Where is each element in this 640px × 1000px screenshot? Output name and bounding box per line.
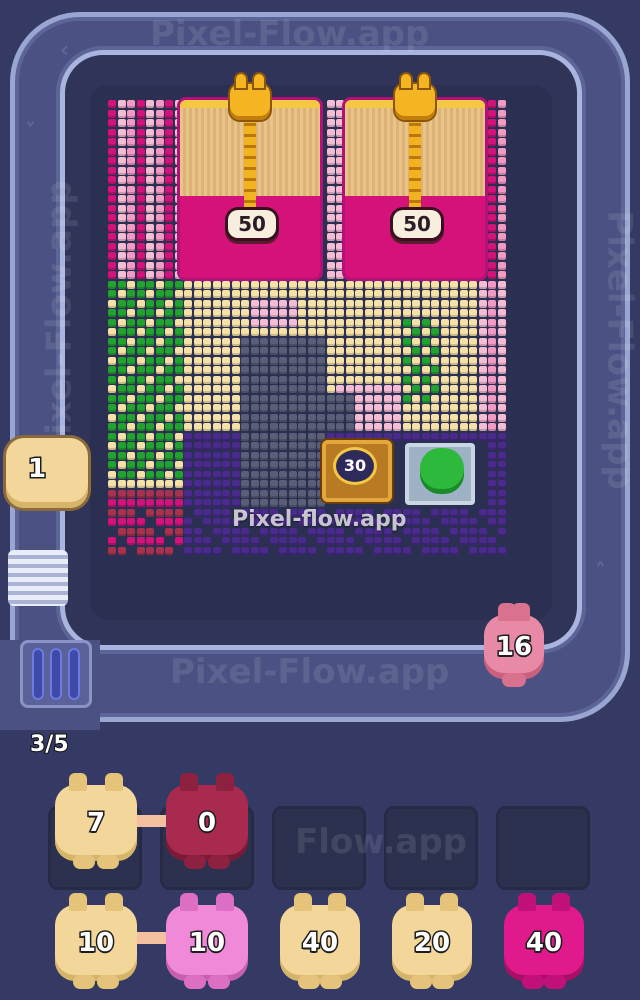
track-shooter-right-value: 16	[494, 631, 533, 664]
queue-pig-2[interactable]: 10	[166, 893, 248, 989]
queue-pig-1[interactable]: 10	[55, 893, 137, 989]
lock-icon	[395, 74, 435, 120]
watermark-slots: Flow.app	[295, 822, 468, 862]
queue-pig-1-value: 10	[76, 927, 115, 960]
chest-value: 30	[336, 450, 374, 482]
waiting-slot-5[interactable]	[496, 806, 590, 890]
chain-icon	[244, 115, 256, 215]
slot-pig-2-value: 0	[196, 807, 217, 840]
queue-pig-5[interactable]: 40	[504, 893, 584, 989]
track-arrow-icon: ˅	[25, 120, 36, 145]
watermark-center: Pixel-flow.app	[232, 507, 407, 532]
locked-box-1-value: 50	[228, 210, 276, 238]
queue-pig-3-value: 40	[300, 927, 339, 960]
queue-pig-2-value: 10	[187, 927, 226, 960]
slot-pig-1-value: 7	[85, 807, 106, 840]
watermark-bottom-track: Pixel-Flow.app	[170, 652, 450, 692]
queue-pig-4-value: 20	[412, 927, 451, 960]
track-stairs	[8, 550, 68, 606]
locked-box-2-value: 50	[393, 210, 441, 238]
slot-pig-1[interactable]: 7	[55, 773, 137, 869]
watermark-top: Pixel-Flow.app	[150, 14, 430, 54]
watermark-right: Pixel-Flow.app	[599, 210, 640, 490]
queue-counter: 3/5	[29, 731, 70, 758]
frog-icon	[420, 448, 464, 494]
queue-pig-4[interactable]: 20	[392, 893, 472, 989]
track-arrow-icon: ‹	[60, 38, 70, 63]
track-shooter-right[interactable]: 16	[484, 603, 544, 687]
queue-pig-5-value: 40	[524, 927, 563, 960]
track-shooter-left-value: 1	[26, 453, 47, 486]
watermark-left: Pixel-Flow.app	[39, 180, 80, 460]
track-shooter-left[interactable]: 1	[6, 438, 88, 508]
queue-pig-3[interactable]: 40	[280, 893, 360, 989]
slot-pig-2[interactable]: 0	[166, 773, 248, 869]
track-arrow-icon: ˄	[595, 560, 606, 585]
reel-spool	[20, 640, 92, 708]
conveyor-track	[0, 0, 640, 730]
chain-icon	[409, 115, 421, 215]
lock-icon	[230, 74, 270, 120]
